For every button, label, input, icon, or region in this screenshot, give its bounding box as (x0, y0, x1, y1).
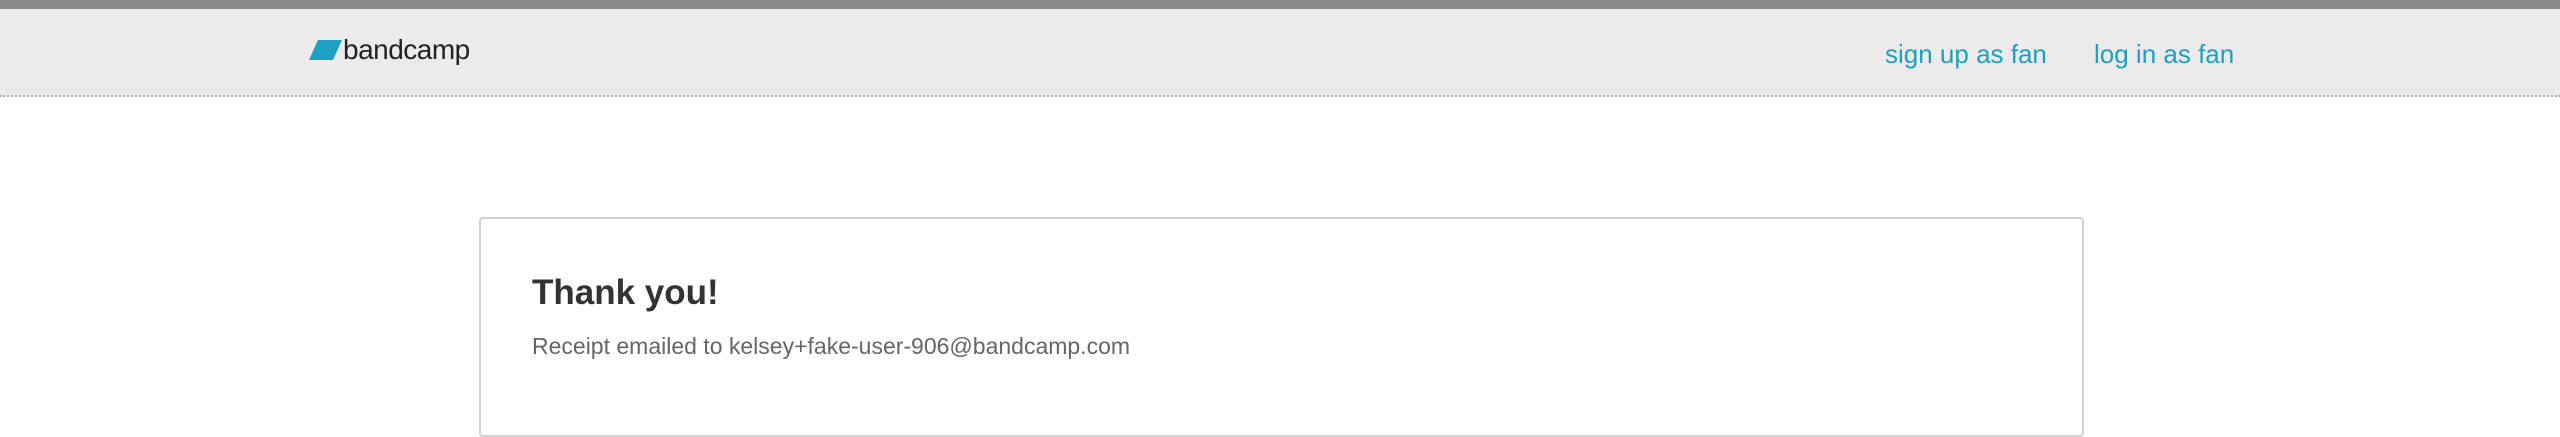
sign-up-as-fan-link[interactable]: sign up as fan (1885, 39, 2047, 69)
bandcamp-parallelogram-icon (309, 40, 342, 60)
site-header: bandcamp sign up as fan log in as fan (0, 9, 2560, 97)
receipt-prefix: Receipt emailed to (532, 333, 723, 359)
confirmation-card: Thank you! Receipt emailed to kelsey+fak… (479, 217, 2084, 437)
log-in-as-fan-link[interactable]: log in as fan (2094, 39, 2234, 69)
bandcamp-logo[interactable]: bandcamp (309, 35, 470, 65)
top-stripe (0, 0, 2560, 9)
receipt-email: kelsey+fake-user-906@bandcamp.com (728, 333, 1131, 359)
receipt-message: Receipt emailed to kelsey+fake-user-906@… (532, 332, 1130, 360)
page-title: Thank you! (532, 273, 719, 312)
logo-text: bandcamp (343, 34, 470, 65)
